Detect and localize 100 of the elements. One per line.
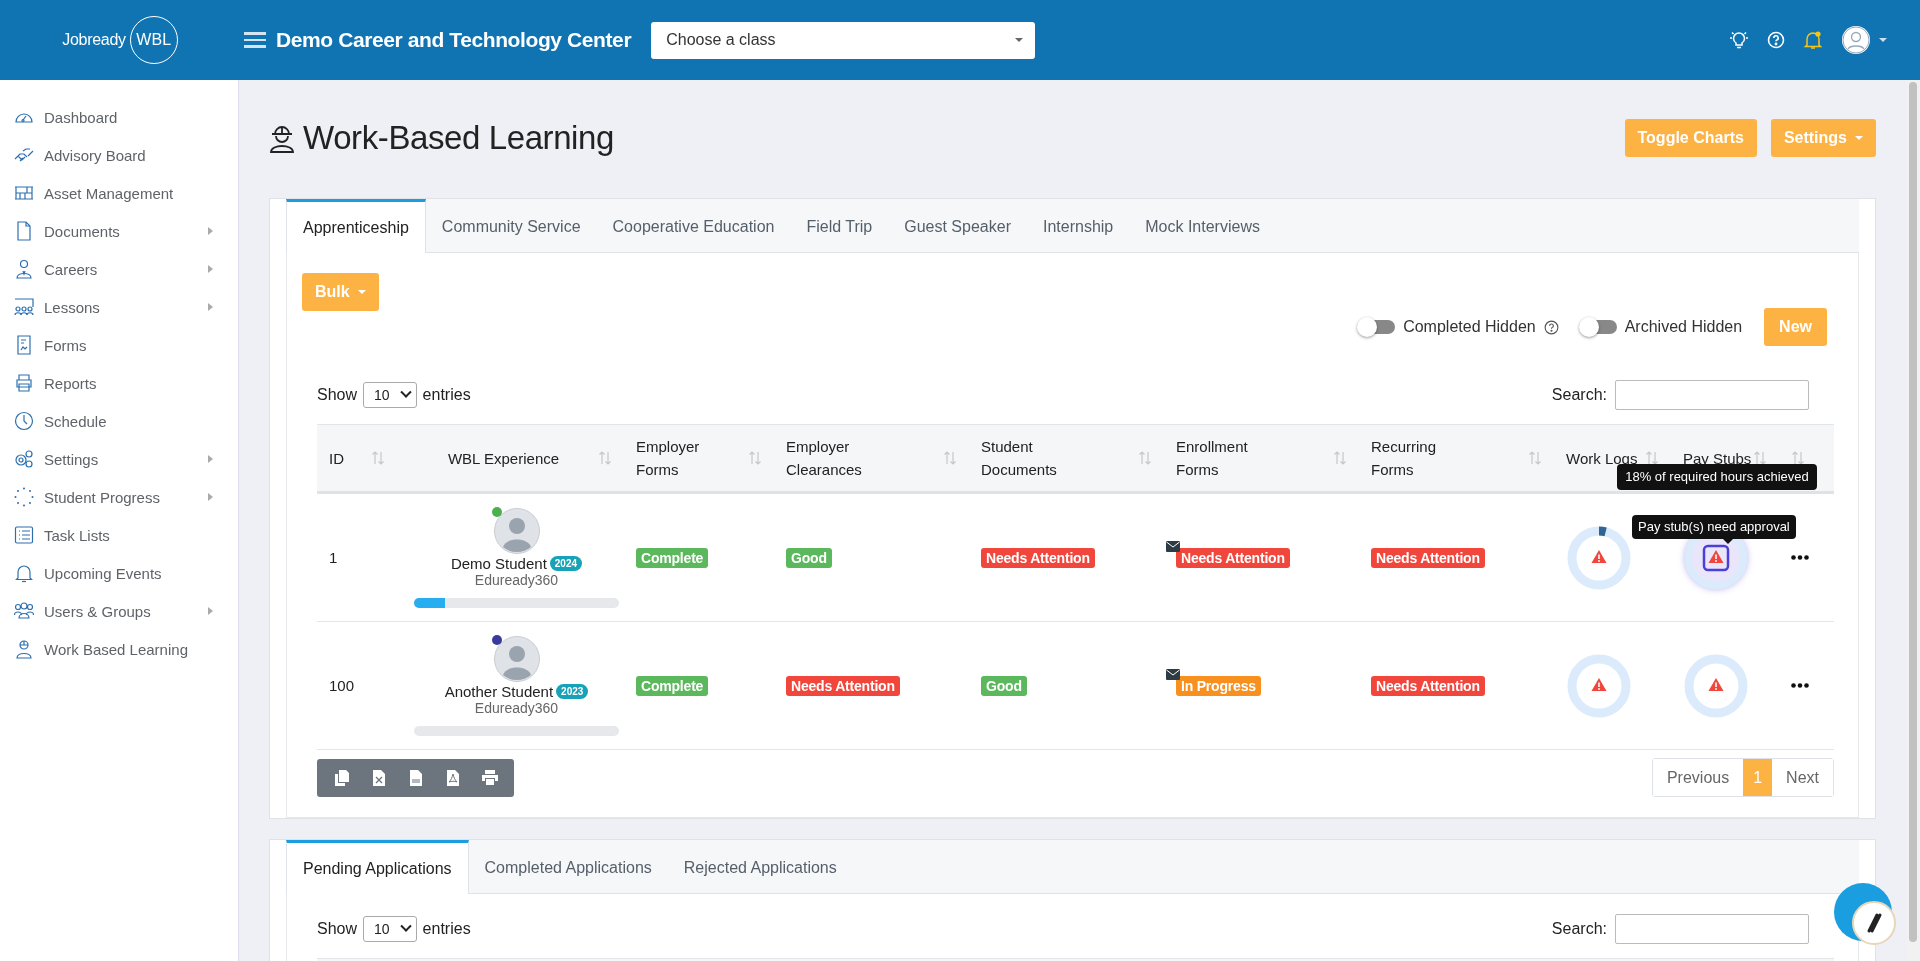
entries-select[interactable]: 10 <box>363 916 417 942</box>
pdf-file-icon <box>446 769 459 786</box>
search-field[interactable] <box>1615 380 1809 410</box>
page-title: Work-Based Learning <box>303 119 614 157</box>
sidebar-item[interactable]: Work Based Learning <box>0 630 238 668</box>
tab[interactable]: Community Service <box>425 199 597 252</box>
column-header[interactable]: Employer Forms <box>636 435 731 481</box>
tab[interactable]: Apprenticeship <box>286 199 426 253</box>
toggle-label: Archived Hidden <box>1624 318 1743 336</box>
menu-icon[interactable] <box>244 32 266 48</box>
worker-icon <box>14 639 34 659</box>
sidebar-item[interactable]: Student Progress <box>0 478 238 516</box>
avatar-icon <box>493 507 540 554</box>
sidebar-item[interactable]: Documents <box>0 212 238 250</box>
csv-file-icon <box>409 769 422 786</box>
sidebar-item[interactable]: Lessons <box>0 288 238 326</box>
column-header[interactable]: Recurring Forms <box>1371 435 1466 481</box>
copy-icon <box>334 769 349 786</box>
bell-icon <box>14 563 34 583</box>
sidebar-item[interactable]: Advisory Board <box>0 136 238 174</box>
shelves-icon <box>14 183 34 203</box>
tab[interactable]: Guest Speaker <box>888 199 1027 252</box>
organization-name: Eduready360 <box>474 699 559 716</box>
entries-label: entries <box>422 920 471 938</box>
tab[interactable]: Internship <box>1026 199 1130 252</box>
sidebar-item[interactable]: Schedule <box>0 402 238 440</box>
tooltip: Pay stub(s) need approval <box>1632 515 1796 539</box>
column-header[interactable]: Employer Clearances <box>786 435 881 481</box>
entries-select[interactable]: 10 <box>363 382 417 408</box>
id-cell: 1 <box>329 549 338 566</box>
sidebar-item[interactable]: Reports <box>0 364 238 402</box>
sidebar-item[interactable]: Forms <box>0 326 238 364</box>
status-badge[interactable]: Needs Attention <box>1371 676 1485 696</box>
organization-title: Demo Career and Technology Center <box>276 28 632 52</box>
tab[interactable]: Pending Applications <box>286 840 469 894</box>
sidebar-item[interactable]: Asset Management <box>0 174 238 212</box>
sort-icon[interactable] <box>1791 451 1805 465</box>
tab[interactable]: Cooperative Education <box>596 199 791 252</box>
more-options-icon[interactable] <box>1791 555 1809 560</box>
worker-icon <box>269 123 295 153</box>
document-icon <box>14 221 34 241</box>
sort-icon[interactable] <box>1645 451 1659 465</box>
printer-icon <box>14 373 34 393</box>
organization-name: Eduready360 <box>474 571 559 588</box>
classroom-icon <box>14 297 34 317</box>
sidebar-item[interactable]: Task Lists <box>0 516 238 554</box>
tab[interactable]: Rejected Applications <box>667 840 853 893</box>
sidebar-item[interactable]: Dashboard <box>0 98 238 136</box>
search-label: Search: <box>1551 386 1607 404</box>
person-icon <box>14 259 34 279</box>
id-cell: 100 <box>329 677 355 694</box>
show-label: Show <box>317 386 358 404</box>
envelope-icon[interactable] <box>1166 541 1180 552</box>
tab[interactable]: Field Trip <box>790 199 889 252</box>
class-select[interactable]: Choose a class <box>651 21 1036 59</box>
sidebar-item[interactable]: Upcoming Events <box>0 554 238 592</box>
search-field[interactable] <box>1615 914 1809 944</box>
tooltip: 18% of required hours achieved <box>1617 464 1817 490</box>
column-header[interactable]: WBL Experience <box>409 446 598 470</box>
sidebar-item[interactable]: Careers <box>0 250 238 288</box>
toggle-switch[interactable] <box>1359 320 1396 334</box>
column-header[interactable]: ID <box>329 446 344 470</box>
tooltip-arrow <box>1723 539 1733 544</box>
form-icon <box>14 335 34 355</box>
scrollbar[interactable] <box>1906 80 1920 961</box>
status-badge[interactable]: Needs Attention <box>786 676 900 696</box>
status-badge[interactable]: Needs Attention <box>981 548 1095 568</box>
student-name[interactable]: Another Student <box>444 682 554 700</box>
year-badge: 2024 <box>549 555 583 571</box>
tab[interactable]: Mock Interviews <box>1129 199 1276 252</box>
show-label: Show <box>317 920 358 938</box>
entries-label: entries <box>422 386 471 404</box>
column-header[interactable]: Enrollment Forms <box>1176 435 1271 481</box>
logo-text: Jobready <box>62 31 126 49</box>
logo[interactable]: Jobready WBL <box>0 16 240 64</box>
search-label: Search: <box>1551 920 1607 938</box>
lightbulb-icon[interactable] <box>1729 30 1749 50</box>
sort-icon[interactable] <box>1753 451 1767 465</box>
print-icon <box>481 770 498 785</box>
year-badge: 2023 <box>556 683 589 699</box>
help-icon[interactable] <box>1543 319 1559 335</box>
tab[interactable]: Completed Applications <box>468 840 668 893</box>
envelope-icon[interactable] <box>1166 669 1180 680</box>
column-header[interactable]: Student Documents <box>981 435 1076 481</box>
status-badge[interactable]: Needs Attention <box>1371 548 1485 568</box>
avatar-icon <box>493 635 540 682</box>
user-menu[interactable] <box>1841 25 1887 55</box>
chat-button[interactable] <box>1834 883 1896 945</box>
sidebar-item[interactable]: Users & Groups <box>0 592 238 630</box>
toggle-switch[interactable] <box>1580 320 1617 334</box>
notification-bell-icon[interactable] <box>1803 30 1823 50</box>
gears-icon <box>14 449 34 469</box>
excel-file-icon <box>372 769 385 786</box>
student-name[interactable]: Demo Student <box>450 554 547 572</box>
more-options-icon[interactable] <box>1791 683 1809 688</box>
status-badge[interactable]: Needs Attention <box>1176 548 1290 568</box>
list-icon <box>14 525 34 545</box>
toggle-label: Completed Hidden <box>1403 318 1536 336</box>
sidebar-item[interactable]: Settings <box>0 440 238 478</box>
clock-icon <box>14 411 34 431</box>
